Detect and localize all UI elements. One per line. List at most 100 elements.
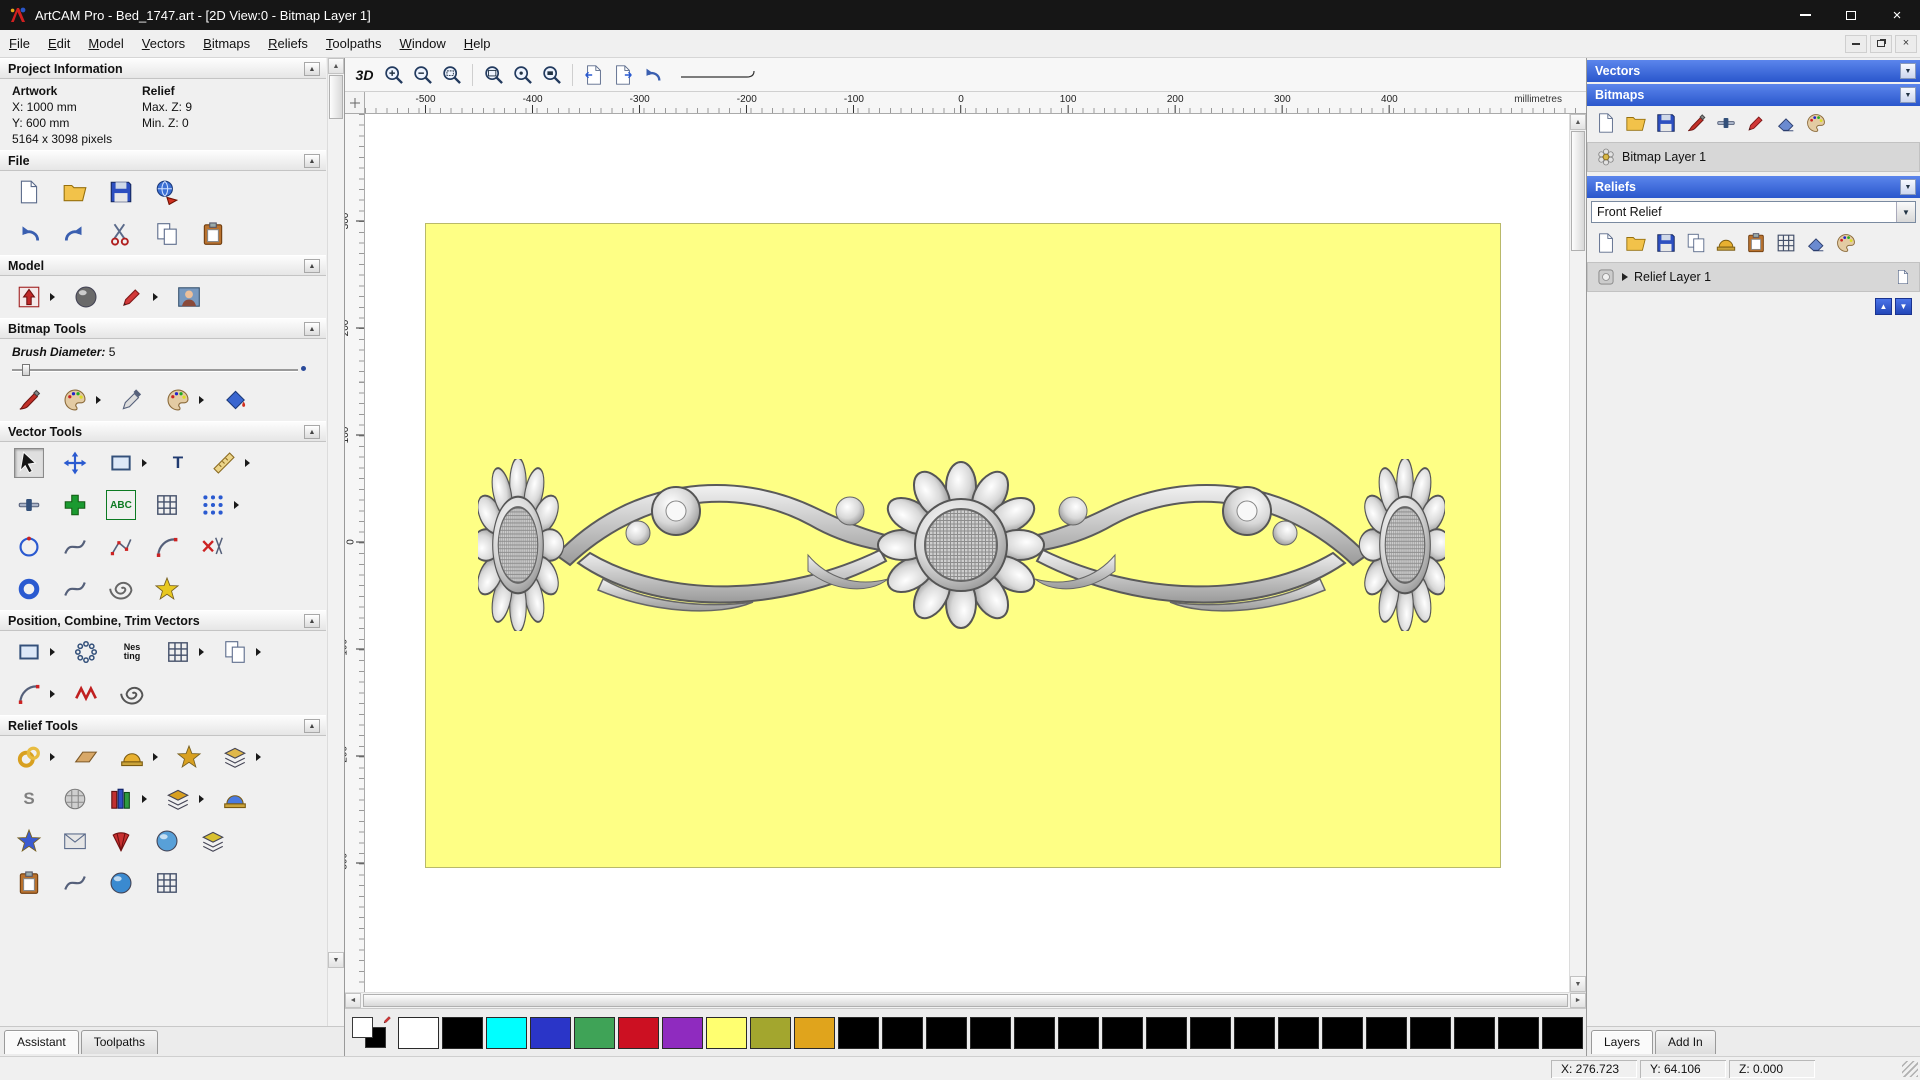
star-relief-button[interactable] xyxy=(14,826,44,856)
relief-selector-dropdown-button[interactable]: ▼ xyxy=(1896,202,1915,222)
palette-swatch[interactable] xyxy=(1234,1016,1275,1049)
next-view-button[interactable] xyxy=(609,61,636,88)
relief-layer-row[interactable]: Relief Layer 1 xyxy=(1587,262,1920,292)
collapse-project-info-button[interactable]: ▲ xyxy=(304,62,320,76)
cut-button[interactable] xyxy=(106,219,136,249)
menu-window[interactable]: Window xyxy=(391,32,455,55)
free-polyline-button[interactable] xyxy=(60,532,90,562)
collapse-position-button[interactable]: ▲ xyxy=(304,614,320,628)
palette-swatch[interactable] xyxy=(486,1016,527,1049)
import-relief-layer-button[interactable] xyxy=(1683,230,1709,256)
create-polyline-button[interactable] xyxy=(60,490,90,520)
collapse-relief-tools-button[interactable]: ▲ xyxy=(304,719,320,733)
load-image-button[interactable] xyxy=(174,282,204,312)
scroll-down-button[interactable]: ▼ xyxy=(328,952,344,968)
menu-vectors[interactable]: Vectors xyxy=(133,32,194,55)
palette-swatch[interactable] xyxy=(530,1016,571,1049)
mesh-relief-button[interactable] xyxy=(152,868,182,898)
palette-swatch[interactable] xyxy=(706,1016,747,1049)
texture-relief-button[interactable] xyxy=(174,742,204,772)
paint-button[interactable] xyxy=(14,385,44,415)
pick-colour-button[interactable] xyxy=(117,385,147,415)
palette-swatch[interactable] xyxy=(442,1016,483,1049)
node-editing-button[interactable] xyxy=(106,532,136,562)
zoom-100-button[interactable] xyxy=(509,61,536,88)
circular-copy-button[interactable] xyxy=(71,637,101,667)
palette-swatch[interactable] xyxy=(1454,1016,1495,1049)
brush-diameter-slider[interactable] xyxy=(12,363,312,377)
switch-to-3d-button[interactable]: 3D xyxy=(351,61,378,88)
add-plane-button[interactable] xyxy=(71,742,101,772)
menu-file[interactable]: File xyxy=(0,32,39,55)
extrude-relief-button[interactable] xyxy=(198,826,228,856)
new-relief-layer-button[interactable] xyxy=(1593,230,1619,256)
select-vectors-button[interactable] xyxy=(14,448,44,478)
sphere-texture-button[interactable] xyxy=(152,826,182,856)
flyout-arrow-icon[interactable] xyxy=(50,690,55,698)
drawing-canvas[interactable] xyxy=(365,114,1569,992)
flyout-arrow-icon[interactable] xyxy=(256,648,261,656)
canvas-v-thumb[interactable] xyxy=(1571,131,1585,251)
mdi-minimize-button[interactable] xyxy=(1845,34,1867,53)
bitmap-layer-name[interactable]: Bitmap Layer 1 xyxy=(1622,150,1911,164)
close-button[interactable]: × xyxy=(1874,0,1920,30)
smooth-relief-layer-button[interactable] xyxy=(1713,230,1739,256)
edit-bitmap-layer-button[interactable] xyxy=(1743,110,1769,136)
flyout-arrow-icon[interactable] xyxy=(234,501,239,509)
flyout-arrow-icon[interactable] xyxy=(153,753,158,761)
transform-vectors-button[interactable] xyxy=(60,448,90,478)
move-layer-down-button[interactable]: ▼ xyxy=(1895,298,1912,315)
notes-button[interactable] xyxy=(117,282,147,312)
relief-library-button[interactable] xyxy=(106,784,136,814)
palette-swatch[interactable] xyxy=(882,1016,923,1049)
measure-button[interactable] xyxy=(209,448,239,478)
palette-swatch[interactable] xyxy=(1058,1016,1099,1049)
save-bitmap-layer-button[interactable] xyxy=(1653,110,1679,136)
colour-palette-button[interactable] xyxy=(163,385,193,415)
bitmap-layer-row[interactable]: Bitmap Layer 1 xyxy=(1587,142,1920,172)
zoom-previous-button[interactable] xyxy=(638,61,665,88)
palette-swatch[interactable] xyxy=(794,1016,835,1049)
erase-bitmap-layer-button[interactable] xyxy=(1773,110,1799,136)
palette-swatch[interactable] xyxy=(1190,1016,1231,1049)
distort-vectors-button[interactable] xyxy=(60,574,90,604)
bitmaps-collapse-button[interactable]: ▼ xyxy=(1900,87,1916,103)
menu-reliefs[interactable]: Reliefs xyxy=(259,32,317,55)
flyout-arrow-icon[interactable] xyxy=(50,293,55,301)
relief-layer-name[interactable]: Relief Layer 1 xyxy=(1634,270,1889,284)
flyout-arrow-icon[interactable] xyxy=(199,396,204,404)
menu-toolpaths[interactable]: Toolpaths xyxy=(317,32,391,55)
primary-colour-swatch[interactable] xyxy=(352,1016,373,1038)
mdi-restore-button[interactable] xyxy=(1870,34,1892,53)
draw-colour-button[interactable] xyxy=(60,385,90,415)
palette-swatch[interactable] xyxy=(398,1016,439,1049)
tab-add-in[interactable]: Add In xyxy=(1655,1030,1716,1054)
flyout-arrow-icon[interactable] xyxy=(96,396,101,404)
previous-view-button[interactable] xyxy=(580,61,607,88)
relief-layer-options-button[interactable] xyxy=(1833,230,1859,256)
adjust-lighting-button[interactable] xyxy=(71,282,101,312)
collapse-file-button[interactable]: ▲ xyxy=(304,154,320,168)
flyout-arrow-icon[interactable] xyxy=(199,795,204,803)
palette-swatch[interactable] xyxy=(970,1016,1011,1049)
canvas-h-thumb[interactable] xyxy=(363,994,1568,1007)
slider-track[interactable] xyxy=(12,369,298,371)
dome-tool-button[interactable] xyxy=(220,784,250,814)
tab-toolpaths[interactable]: Toolpaths xyxy=(80,1030,159,1054)
canvas-v-scrollbar[interactable]: ▲ ▼ xyxy=(1569,114,1586,992)
flyout-arrow-icon[interactable] xyxy=(50,753,55,761)
assistant-scrollbar[interactable]: ▲ ▼ xyxy=(327,58,344,1026)
palette-swatch[interactable] xyxy=(1366,1016,1407,1049)
ruler-corner[interactable] xyxy=(345,92,365,114)
open-relief-layer-button[interactable] xyxy=(1623,230,1649,256)
palette-swatch[interactable] xyxy=(1410,1016,1451,1049)
import-model-button[interactable] xyxy=(152,177,182,207)
collapse-model-button[interactable]: ▲ xyxy=(304,259,320,273)
trim-vectors-button[interactable] xyxy=(198,532,228,562)
shape-editor-button[interactable] xyxy=(117,742,147,772)
erase-relief-layer-button[interactable] xyxy=(1803,230,1829,256)
menu-edit[interactable]: Edit xyxy=(39,32,79,55)
zoom-box-button[interactable] xyxy=(438,61,465,88)
flyout-arrow-icon[interactable] xyxy=(142,459,147,467)
menu-model[interactable]: Model xyxy=(79,32,132,55)
